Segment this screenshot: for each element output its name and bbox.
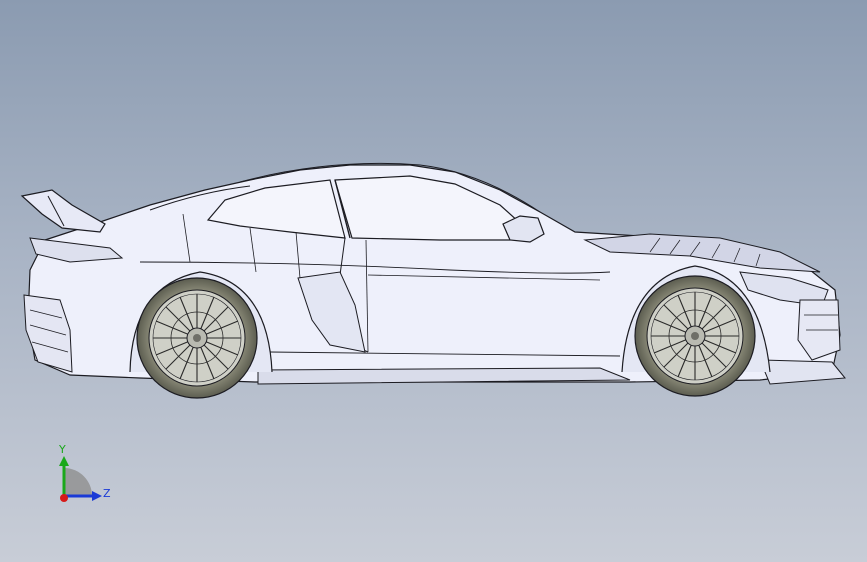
orientation-triad[interactable]: Y Z [48, 440, 118, 510]
door-window [334, 175, 532, 241]
triad-xy-plane-icon [64, 468, 92, 496]
z-axis-arrowhead [92, 491, 102, 501]
front-splitter [759, 359, 846, 385]
graphics-viewport[interactable]: Y Z [0, 0, 867, 562]
x-axis-point [60, 494, 68, 502]
y-axis-label: Y [59, 443, 66, 456]
car-model[interactable] [0, 0, 867, 562]
z-axis-label: Z [103, 487, 111, 500]
front-wheel [634, 275, 756, 397]
rear-wheel [136, 277, 258, 399]
y-axis-arrowhead [59, 456, 69, 466]
